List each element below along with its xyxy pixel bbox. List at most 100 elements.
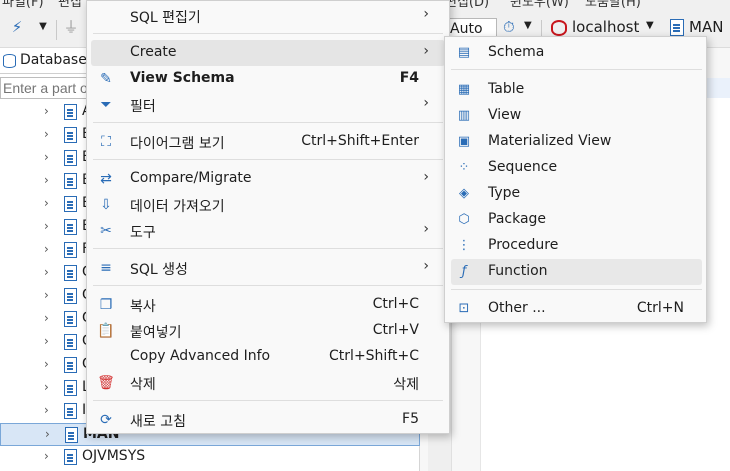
menu-separator: [93, 33, 443, 34]
chevron-right-icon: ›: [423, 95, 429, 111]
create-item-label: Procedure: [488, 237, 559, 253]
package-icon: ⬡: [458, 212, 470, 227]
schema-icon: [64, 380, 77, 396]
context-menu-label: Create: [130, 44, 177, 60]
context-menu-item-view-schema[interactable]: ✎ View Schema F4: [91, 66, 445, 92]
schema-icon: [64, 219, 77, 235]
schema-icon: [64, 242, 77, 258]
create-item-table[interactable]: ▦ Table: [451, 77, 702, 103]
procedure-icon: ⋮: [457, 238, 471, 253]
menu-separator: [451, 69, 702, 70]
materialized-view-icon: ▣: [457, 134, 471, 149]
expand-arrow-icon[interactable]: ›: [44, 357, 49, 371]
expand-arrow-icon[interactable]: ›: [44, 288, 49, 302]
copy-icon: ❐: [99, 297, 113, 313]
create-item-materialized-view[interactable]: ▣ Materialized View: [451, 129, 702, 155]
create-item-procedure[interactable]: ⋮ Procedure: [451, 233, 702, 259]
context-menu-label: View Schema: [130, 70, 235, 86]
schema-icon: [670, 19, 684, 36]
table-icon: ▦: [457, 82, 471, 97]
create-item-label: Table: [488, 81, 525, 97]
menu-separator: [93, 248, 443, 249]
shortcut-label: Ctrl+Shift+C: [329, 348, 419, 364]
active-connection[interactable]: localhost: [572, 18, 639, 36]
compare-icon: ⇄: [100, 171, 112, 187]
context-menu-item-새로-고침[interactable]: ⟳ 새로 고침 F5: [91, 407, 445, 433]
schema-icon: [64, 265, 77, 281]
create-item-label: View: [488, 107, 522, 123]
history-icon[interactable]: ⏱: [503, 18, 515, 36]
chevron-down-icon[interactable]: ▼: [34, 18, 52, 36]
tools-icon: ✂: [100, 223, 112, 239]
expand-arrow-icon[interactable]: ›: [44, 173, 49, 187]
menu-window[interactable]: 윈도우(W): [510, 0, 569, 8]
expand-arrow-icon[interactable]: ›: [44, 403, 49, 417]
menu-edit[interactable]: 편집: [58, 0, 82, 8]
context-menu-label: 도구: [130, 225, 156, 241]
create-item-function[interactable]: ƒ Function: [451, 259, 702, 285]
create-item-type[interactable]: ◈ Type: [451, 181, 702, 207]
expand-arrow-icon[interactable]: ›: [44, 219, 49, 233]
chevron-down-icon[interactable]: ▼: [524, 20, 532, 31]
tab-label: Database: [20, 52, 87, 68]
expand-arrow-icon[interactable]: ›: [44, 265, 49, 279]
expand-arrow-icon[interactable]: ›: [44, 242, 49, 256]
chevron-right-icon: ›: [423, 43, 429, 59]
context-menu-item-다이어그램-보기[interactable]: ⛶ 다이어그램 보기 Ctrl+Shift+Enter: [91, 129, 445, 155]
sql-icon: ≡: [100, 260, 112, 276]
paste-icon: 📋: [97, 323, 115, 339]
schema-icon: [64, 311, 77, 327]
schema-icon: [64, 127, 77, 143]
expand-arrow-icon[interactable]: ›: [44, 380, 49, 394]
context-menu-item-create[interactable]: Create ›: [91, 40, 445, 66]
context-menu-item-복사[interactable]: ❐ 복사 Ctrl+C: [91, 292, 445, 318]
sequence-icon: ⁘: [458, 160, 470, 175]
tab-database[interactable]: Database: [0, 48, 90, 74]
menu-separator: [451, 289, 702, 290]
schema-icon: [64, 334, 77, 350]
schema-icon: [64, 173, 77, 189]
create-item-label: Schema: [488, 44, 545, 60]
create-item-schema[interactable]: ▤ Schema: [451, 40, 702, 66]
expand-arrow-icon[interactable]: ›: [44, 334, 49, 348]
context-menu-item-도구[interactable]: ✂ 도구 ›: [91, 218, 445, 244]
create-item-other[interactable]: ⊡ Other ... Ctrl+N: [451, 296, 702, 322]
filter-input[interactable]: [0, 77, 90, 99]
other-icon: ⊡: [458, 301, 470, 316]
delete-icon: 🗑: [97, 375, 115, 391]
context-menu-label: Copy Advanced Info: [130, 348, 271, 364]
active-schema[interactable]: MAN: [689, 18, 723, 36]
expand-arrow-icon[interactable]: ›: [45, 427, 50, 441]
menu-separator: [93, 159, 443, 160]
menu-help[interactable]: 도움말(H): [585, 0, 641, 8]
menu-file[interactable]: 파일(F): [2, 0, 44, 8]
create-item-view[interactable]: ▥ View: [451, 103, 702, 129]
context-menu-item-sql-편집기[interactable]: SQL 편집기 ›: [91, 3, 445, 29]
context-menu-item-compare-migrate[interactable]: ⇄ Compare/Migrate ›: [91, 166, 445, 192]
context-menu-label: SQL 편집기: [130, 10, 201, 26]
plug-icon[interactable]: ⏚: [62, 18, 80, 36]
menu-editor[interactable]: 편집(D): [445, 0, 489, 8]
expand-arrow-icon[interactable]: ›: [44, 196, 49, 210]
expand-arrow-icon[interactable]: ›: [44, 104, 49, 118]
create-item-sequence[interactable]: ⁘ Sequence: [451, 155, 702, 181]
context-menu-item-삭제[interactable]: 🗑 삭제 삭제: [91, 370, 445, 396]
create-item-package[interactable]: ⬡ Package: [451, 207, 702, 233]
context-menu-label: 복사: [130, 299, 156, 315]
expand-arrow-icon[interactable]: ›: [44, 311, 49, 325]
context-menu-item-필터[interactable]: ⏷ 필터 ›: [91, 92, 445, 118]
expand-arrow-icon[interactable]: ›: [44, 449, 49, 463]
menu-separator: [93, 400, 443, 401]
context-menu-item-copy-advanced-info[interactable]: Copy Advanced Info Ctrl+Shift+C: [91, 344, 445, 370]
schema-icon: [65, 427, 78, 443]
new-connection-icon[interactable]: ⚡: [8, 18, 26, 36]
context-menu-item-붙여넣기[interactable]: 📋 붙여넣기 Ctrl+V: [91, 318, 445, 344]
chevron-down-icon[interactable]: ▼: [646, 20, 654, 31]
shortcut-label: 삭제: [393, 377, 419, 393]
context-menu-item-sql-생성[interactable]: ≡ SQL 생성 ›: [91, 255, 445, 281]
tree-node[interactable]: › OJVMSYS: [0, 446, 420, 469]
context-menu-item-데이터-가져오기[interactable]: ⇩ 데이터 가져오기: [91, 192, 445, 218]
expand-arrow-icon[interactable]: ›: [44, 150, 49, 164]
expand-arrow-icon[interactable]: ›: [44, 127, 49, 141]
shortcut-label: Ctrl+Shift+Enter: [301, 133, 419, 149]
